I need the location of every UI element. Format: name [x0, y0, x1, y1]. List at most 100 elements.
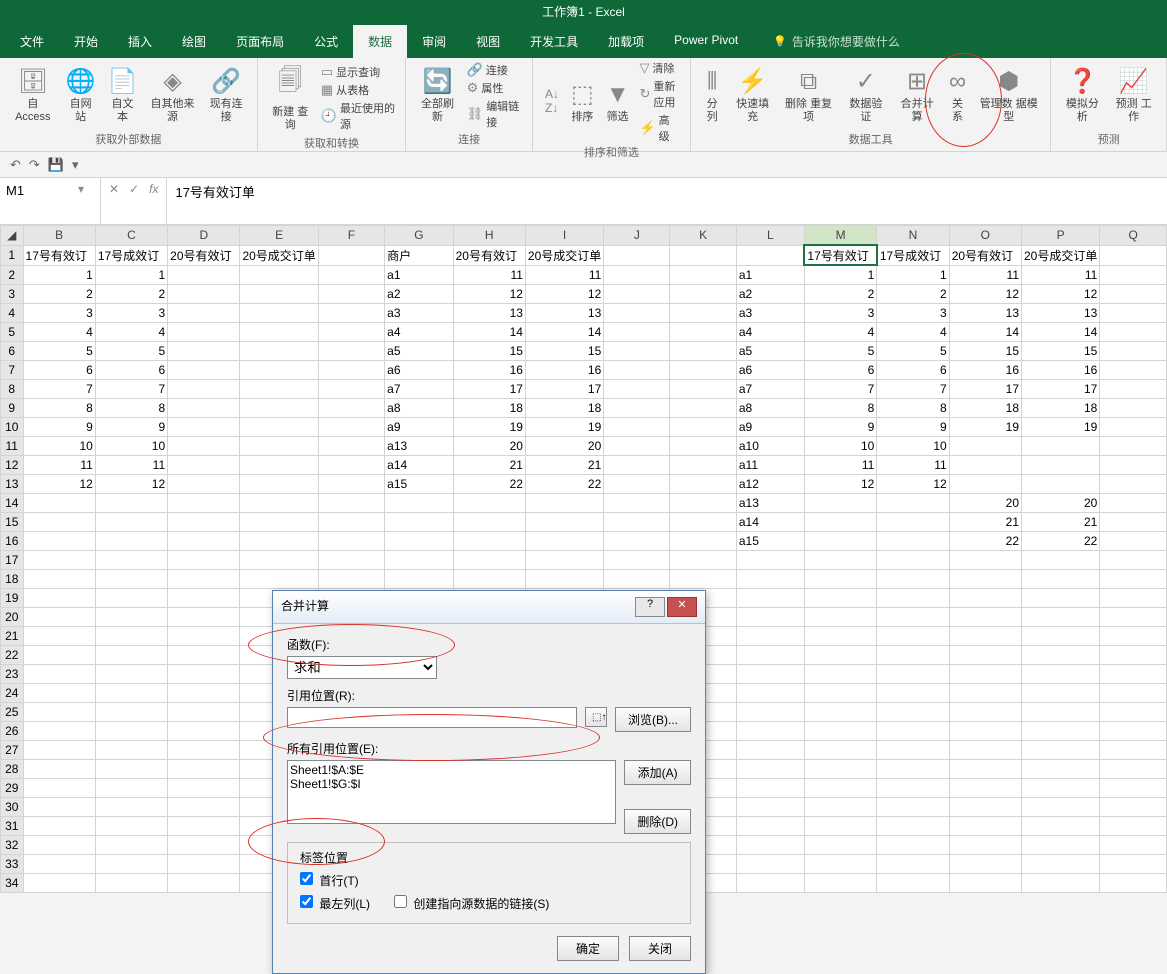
create-links-checkbox[interactable]: 创建指向源数据的链接(S): [390, 892, 549, 912]
tab-页面布局[interactable]: 页面布局: [221, 25, 299, 58]
cell[interactable]: [168, 874, 240, 893]
cell[interactable]: [240, 532, 318, 551]
cell[interactable]: 22: [1022, 532, 1100, 551]
cell[interactable]: 11: [949, 265, 1021, 285]
cell[interactable]: 14: [949, 323, 1021, 342]
row-header[interactable]: 34: [1, 874, 24, 893]
cell[interactable]: [1100, 703, 1167, 722]
row-header[interactable]: 2: [1, 265, 24, 285]
cell[interactable]: 20号成交订单: [525, 245, 603, 265]
cell[interactable]: 13: [949, 304, 1021, 323]
cell[interactable]: [240, 285, 318, 304]
cell[interactable]: [877, 874, 949, 893]
col-header-L[interactable]: L: [736, 226, 804, 246]
cell[interactable]: [318, 494, 384, 513]
cell[interactable]: 18: [453, 399, 525, 418]
cell[interactable]: 4: [95, 323, 167, 342]
cell[interactable]: [877, 836, 949, 855]
cell[interactable]: [1100, 494, 1167, 513]
redo-icon[interactable]: ↷: [29, 157, 40, 173]
cell[interactable]: [23, 532, 95, 551]
cell[interactable]: [168, 798, 240, 817]
cell[interactable]: a8: [385, 399, 453, 418]
cell[interactable]: 8: [877, 399, 949, 418]
tab-绘图[interactable]: 绘图: [167, 25, 221, 58]
formula-input[interactable]: 17号有效订单: [167, 178, 1167, 224]
cell[interactable]: [168, 779, 240, 798]
cell[interactable]: [385, 513, 453, 532]
cell[interactable]: 12: [23, 475, 95, 494]
cell[interactable]: 5: [23, 342, 95, 361]
cell[interactable]: 9: [95, 418, 167, 437]
cell[interactable]: [804, 532, 876, 551]
cell[interactable]: [670, 532, 736, 551]
cell[interactable]: [168, 741, 240, 760]
cell[interactable]: [1100, 304, 1167, 323]
cell[interactable]: 8: [95, 399, 167, 418]
cell[interactable]: 14: [525, 323, 603, 342]
cell[interactable]: a8: [736, 399, 804, 418]
tab-数据[interactable]: 数据: [353, 25, 407, 58]
cell[interactable]: [240, 361, 318, 380]
col-header-H[interactable]: H: [453, 226, 525, 246]
cell[interactable]: [23, 741, 95, 760]
cell[interactable]: [877, 817, 949, 836]
flash-fill-button[interactable]: ⚡快速填充: [728, 64, 778, 127]
cell[interactable]: [1100, 437, 1167, 456]
cell[interactable]: a5: [385, 342, 453, 361]
remove-duplicates-button[interactable]: ⧉删除 重复项: [778, 65, 840, 127]
cell[interactable]: 18: [1022, 399, 1100, 418]
cell[interactable]: [604, 475, 670, 494]
cell[interactable]: [95, 760, 167, 779]
from-text-button[interactable]: 📄自文本: [102, 64, 144, 127]
browse-button[interactable]: 浏览(B)...: [615, 707, 691, 732]
cell[interactable]: [877, 741, 949, 760]
cell[interactable]: a1: [736, 265, 804, 285]
cell[interactable]: 5: [804, 342, 876, 361]
cell[interactable]: [736, 836, 804, 855]
name-box[interactable]: ▾: [0, 178, 101, 224]
cell[interactable]: [804, 855, 876, 874]
cell[interactable]: [525, 532, 603, 551]
cell[interactable]: [877, 627, 949, 646]
cell[interactable]: [168, 494, 240, 513]
refresh-all-button[interactable]: 🔄全部刷新: [412, 64, 462, 127]
col-header-N[interactable]: N: [877, 226, 949, 246]
cell[interactable]: a6: [385, 361, 453, 380]
cell[interactable]: a15: [385, 475, 453, 494]
cell[interactable]: [804, 627, 876, 646]
cell[interactable]: [670, 513, 736, 532]
reference-input[interactable]: [287, 707, 577, 728]
cell[interactable]: [949, 665, 1021, 684]
cell[interactable]: 21: [1022, 513, 1100, 532]
cell[interactable]: 20号成交订单: [240, 245, 318, 265]
cell[interactable]: [95, 836, 167, 855]
cell[interactable]: [804, 798, 876, 817]
cell[interactable]: [877, 608, 949, 627]
cell[interactable]: a7: [385, 380, 453, 399]
cell[interactable]: 21: [525, 456, 603, 475]
cell[interactable]: [949, 855, 1021, 874]
cell[interactable]: 17号成效订: [95, 245, 167, 265]
cell[interactable]: [318, 399, 384, 418]
cell[interactable]: [168, 437, 240, 456]
cell[interactable]: 19: [1022, 418, 1100, 437]
cell[interactable]: [525, 551, 603, 570]
cell[interactable]: [23, 513, 95, 532]
cell[interactable]: [168, 513, 240, 532]
cell[interactable]: 7: [877, 380, 949, 399]
cell[interactable]: 17: [949, 380, 1021, 399]
cell[interactable]: 11: [453, 265, 525, 285]
cell[interactable]: 16: [525, 361, 603, 380]
cell[interactable]: [804, 684, 876, 703]
cell[interactable]: [240, 475, 318, 494]
cell[interactable]: [604, 532, 670, 551]
cell[interactable]: [1100, 798, 1167, 817]
cell[interactable]: 6: [877, 361, 949, 380]
cell[interactable]: [877, 722, 949, 741]
cell[interactable]: [670, 323, 736, 342]
function-select[interactable]: 求和: [287, 656, 437, 679]
edit-links-button[interactable]: ⛓编辑链接: [467, 98, 522, 130]
row-header[interactable]: 24: [1, 684, 24, 703]
tab-视图[interactable]: 视图: [461, 25, 515, 58]
